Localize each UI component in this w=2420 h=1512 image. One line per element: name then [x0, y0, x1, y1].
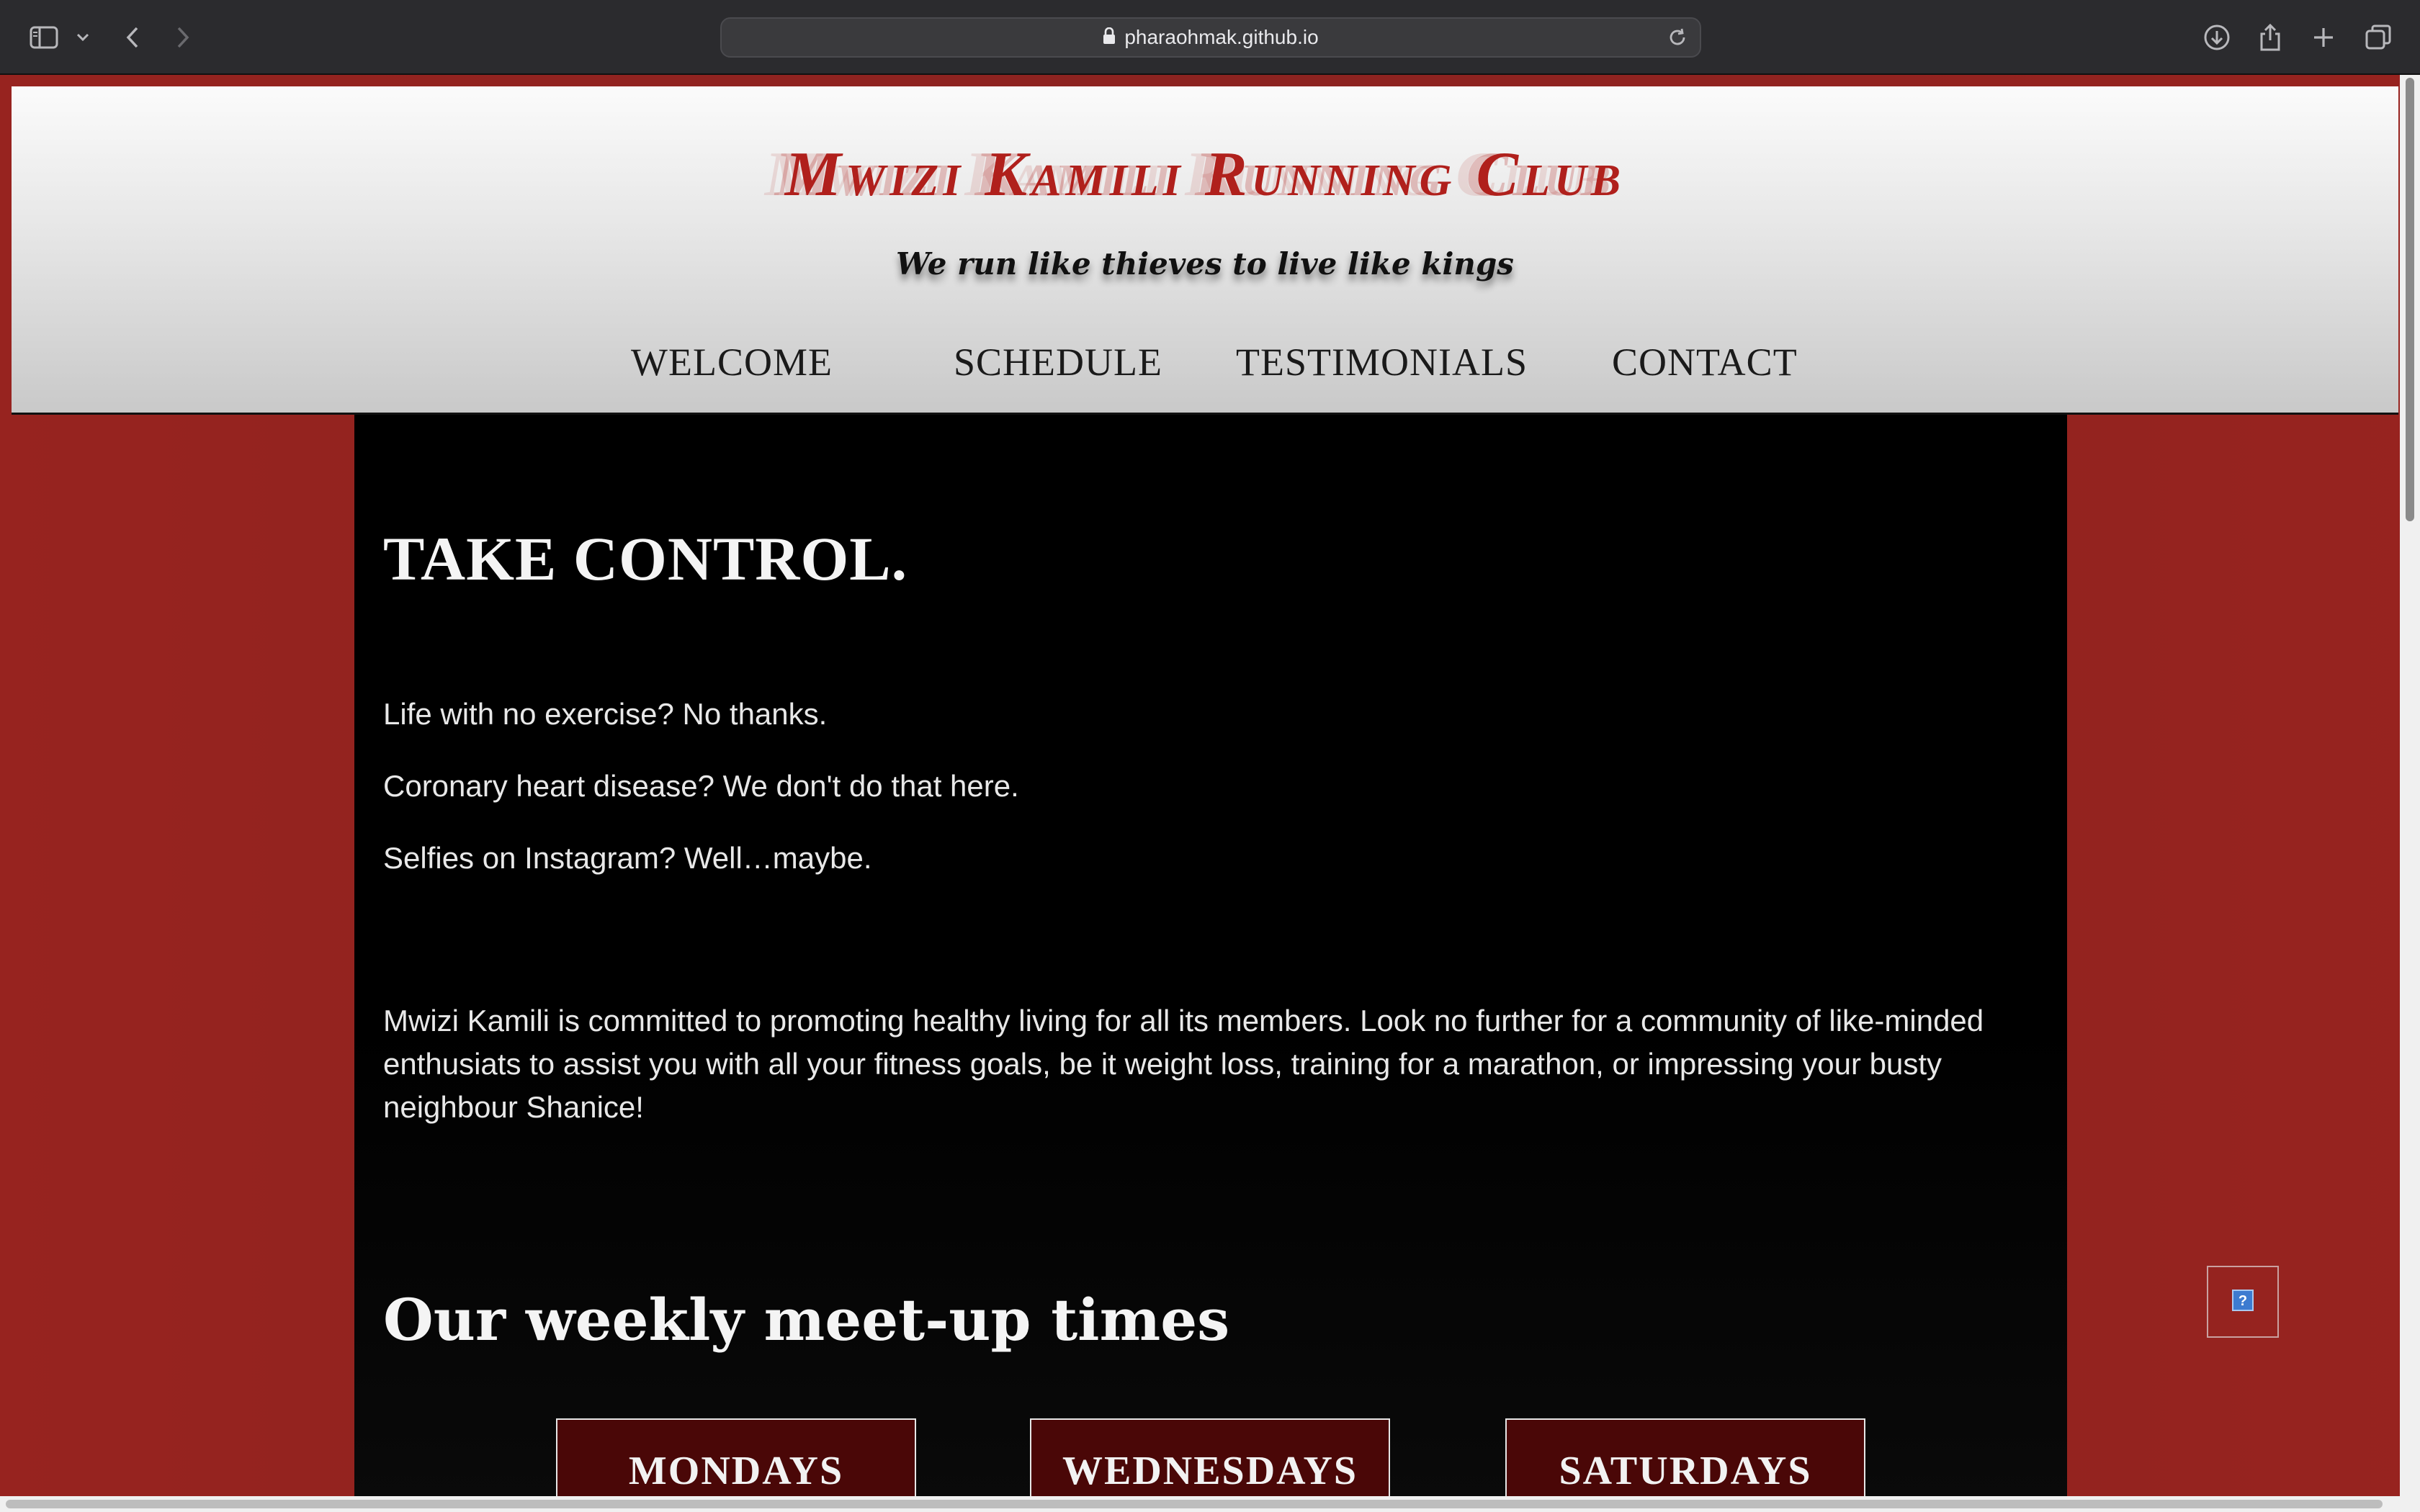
- nav-testimonials[interactable]: TESTIMONIALS: [1236, 340, 1528, 384]
- help-icon: ?: [2232, 1290, 2254, 1314]
- chevron-down-icon[interactable]: [72, 19, 94, 56]
- section-heading-take-control: TAKE CONTROL.: [383, 524, 908, 593]
- page-viewport: Mwizi Kamili Running Club We run like th…: [0, 75, 2420, 1512]
- forward-icon[interactable]: [169, 19, 197, 56]
- lock-icon: [1103, 27, 1116, 48]
- sidebar-icon[interactable]: [27, 19, 60, 56]
- nav-welcome[interactable]: WELCOME: [631, 340, 833, 384]
- main-content: TAKE CONTROL. Life with no exercise? No …: [354, 415, 2067, 1512]
- browser-toolbar: pharaohmak.github.io: [0, 0, 2420, 75]
- vertical-scrollbar[interactable]: [2400, 75, 2420, 1512]
- site-tagline: We run like thieves to live like kings: [896, 246, 1514, 282]
- intro-paragraph: Mwizi Kamili is committed to promoting h…: [383, 1004, 1984, 1124]
- nav-schedule[interactable]: SCHEDULE: [954, 340, 1162, 384]
- main-nav: WELCOME SCHEDULE TESTIMONIALS CONTACT: [12, 340, 2398, 405]
- tabs-overview-icon[interactable]: [2362, 19, 2394, 56]
- share-icon[interactable]: [2254, 19, 2286, 56]
- intro-line-1: Life with no exercise? No thanks.: [383, 697, 828, 731]
- site-title: Mwizi Kamili Running Club: [784, 140, 1626, 210]
- vertical-scrollbar-thumb[interactable]: [2406, 78, 2414, 521]
- schedule-heading: Our weekly meet-up times: [383, 1286, 1230, 1354]
- address-bar[interactable]: pharaohmak.github.io: [720, 17, 1701, 58]
- url-text: pharaohmak.github.io: [1124, 26, 1319, 48]
- nav-contact[interactable]: CONTACT: [1612, 340, 1798, 384]
- horizontal-scrollbar-thumb[interactable]: [6, 1500, 2383, 1508]
- intro-line-2: Coronary heart disease? We don't do that…: [383, 769, 1019, 803]
- download-icon[interactable]: [2201, 19, 2233, 56]
- horizontal-scrollbar[interactable]: [0, 1496, 2420, 1512]
- back-icon[interactable]: [118, 19, 147, 56]
- new-tab-icon[interactable]: [2308, 19, 2339, 56]
- svg-text:?: ?: [2238, 1293, 2247, 1309]
- reload-icon[interactable]: [1667, 27, 1688, 51]
- site-header: Mwizi Kamili Running Club We run like th…: [12, 86, 2398, 415]
- help-button[interactable]: ?: [2207, 1266, 2279, 1338]
- intro-line-3: Selfies on Instagram? Well…maybe.: [383, 841, 872, 875]
